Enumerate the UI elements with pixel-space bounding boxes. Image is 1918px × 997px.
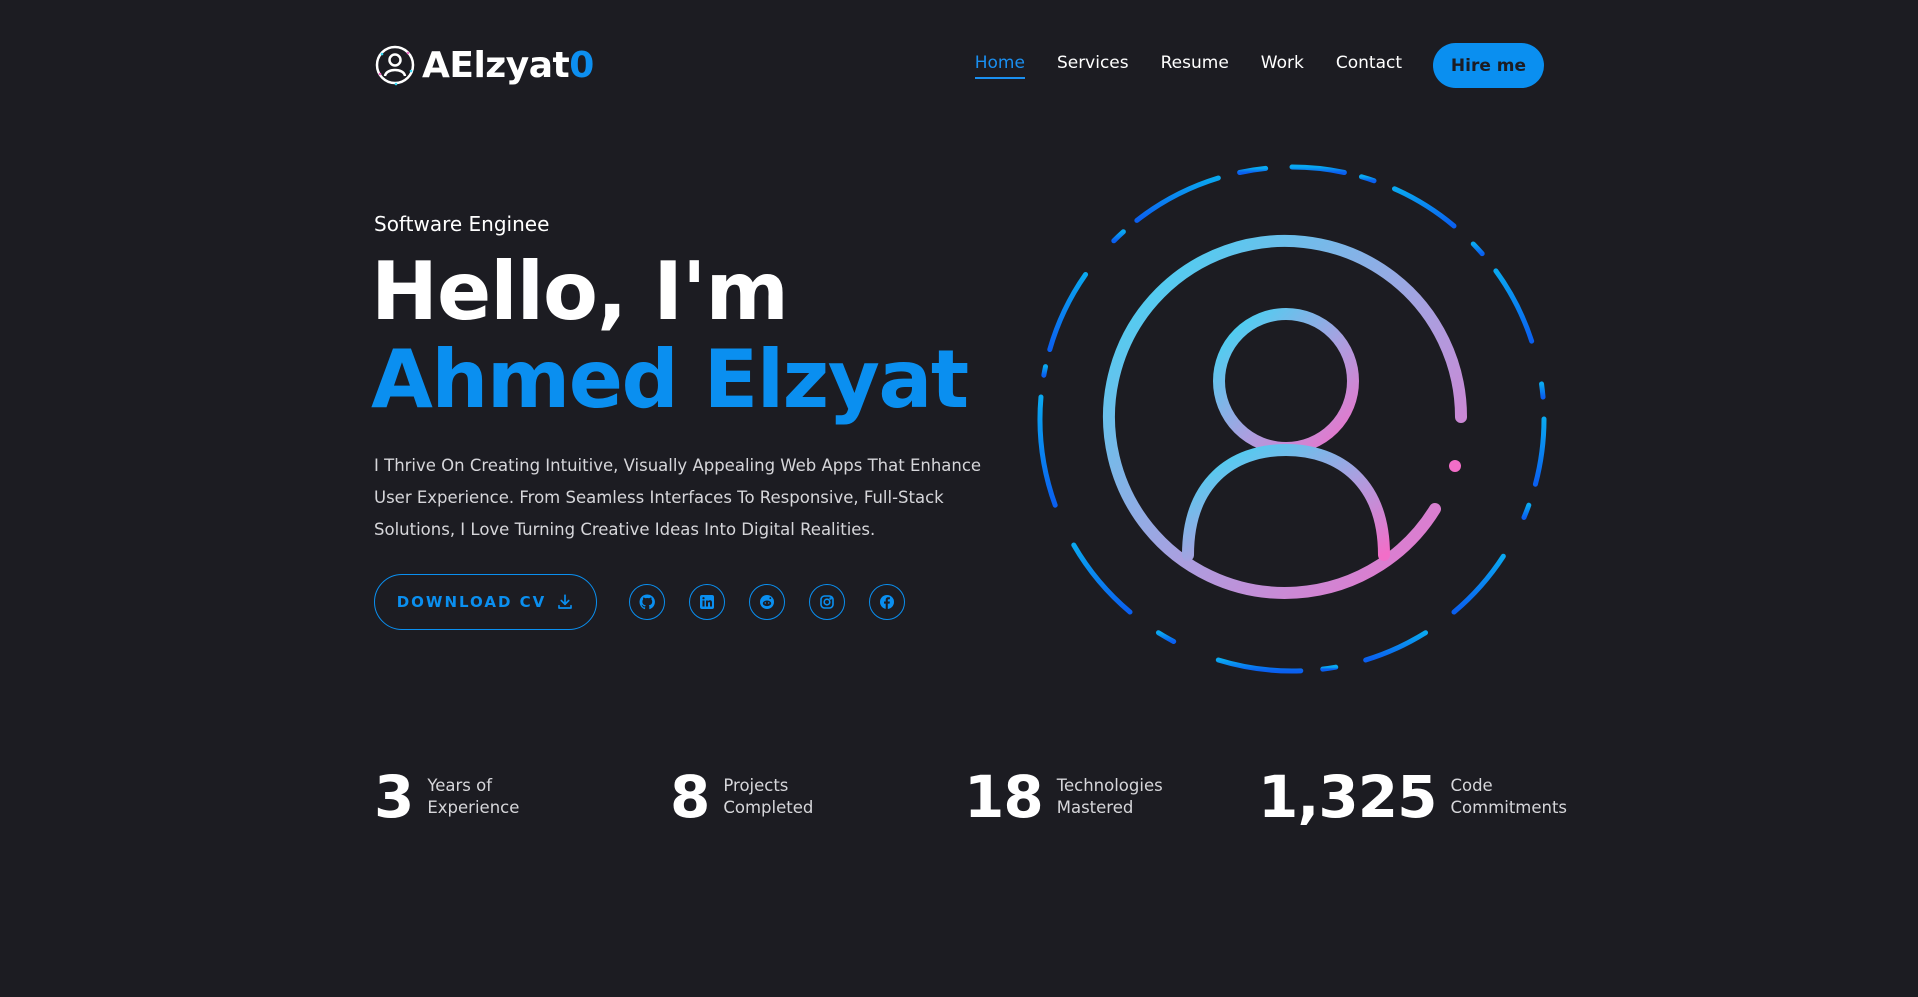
dash-ring-segment [1134, 175, 1221, 223]
dash-ring-segment [1037, 394, 1058, 508]
stat-label: Technologies Mastered [1056, 776, 1163, 817]
dash-ring-segment [1289, 164, 1347, 176]
social-links [629, 584, 905, 620]
github-link[interactable] [629, 584, 665, 620]
dash-ring-segment [1320, 664, 1339, 672]
dash-ring-segment [1539, 381, 1546, 400]
dash-ring-segment [1215, 657, 1304, 674]
stat-value: 3 [374, 763, 414, 831]
dash-ring-segment [1532, 416, 1547, 487]
stat-label: Years of Experience [427, 776, 520, 817]
dash-ring-segment [1451, 553, 1506, 615]
stat-label: Projects Completed [723, 776, 814, 817]
greeting-heading: Hello, I'm [371, 245, 789, 338]
stat-value: 8 [670, 763, 710, 831]
site-header: AElzyat0 Home Services Resume Work Conta… [374, 40, 1544, 90]
brand-name: AElzyat0 [422, 44, 594, 86]
dash-ring-segment [1358, 174, 1377, 184]
facebook-icon [880, 595, 894, 609]
stat-projects: 8 Projects Completed [670, 762, 843, 832]
linkedin-icon [700, 595, 714, 609]
stat-commitments: 1,325 Code Commitments [1258, 762, 1570, 832]
user-circle-logo-icon [374, 44, 416, 86]
dash-ring-segment [1363, 630, 1429, 663]
reddit-icon [760, 595, 774, 609]
linkedin-link[interactable] [689, 584, 725, 620]
stat-label: Code Commitments [1450, 776, 1568, 817]
download-cv-button[interactable]: DOWNLOAD CV [374, 574, 597, 630]
stats-row: 3 Years of Experience 8 Projects Completed… [374, 762, 1567, 832]
hero-intro: Software Enginee Hello, I'm Ahmed Elzyat… [371, 212, 1024, 546]
instagram-link[interactable] [809, 584, 845, 620]
dash-ring-segment [1155, 630, 1177, 645]
dash-ring-segment [1041, 364, 1049, 378]
dash-ring-segment [1493, 268, 1535, 344]
nav-item-services[interactable]: Services [1057, 53, 1129, 79]
hire-me-button[interactable]: Hire me [1433, 43, 1544, 88]
user-avatar-icon [1037, 164, 1547, 674]
person-name: Ahmed Elzyat [371, 333, 969, 426]
bio-text: I Thrive On Creating Intuitive, Visually… [374, 456, 982, 539]
dash-ring-segment [1047, 271, 1089, 353]
hero-actions: DOWNLOAD CV [374, 574, 905, 630]
nav-item-resume[interactable]: Resume [1161, 53, 1229, 79]
github-icon [639, 594, 655, 610]
nav-item-work[interactable]: Work [1261, 53, 1304, 79]
stat-experience: 3 Years of Experience [374, 762, 547, 832]
dash-ring-segment [1071, 542, 1133, 615]
portfolio-page: AElzyat0 Home Services Resume Work Conta… [0, 0, 1918, 997]
stat-technologies: 18 Technologies Mastered [964, 762, 1177, 832]
stat-value: 1,325 [1258, 763, 1437, 831]
dash-ring-segment [1237, 165, 1269, 176]
dash-ring-segment [1521, 502, 1532, 520]
dash-ring-segment [1111, 229, 1126, 244]
download-icon [558, 594, 573, 609]
avatar-illustration [1036, 163, 1548, 675]
download-cv-label: DOWNLOAD CV [396, 593, 547, 611]
nav-item-home[interactable]: Home [974, 53, 1026, 79]
dash-ring-segment [1391, 186, 1457, 229]
stat-value: 18 [964, 763, 1044, 831]
reddit-link[interactable] [749, 584, 785, 620]
dash-ring-segment [1470, 241, 1485, 257]
main-nav: Home Services Resume Work Contact Hire m… [943, 43, 1544, 88]
role-title: Software Enginee [374, 212, 550, 236]
nav-item-contact[interactable]: Contact [1336, 53, 1402, 79]
brand-logo[interactable]: AElzyat0 [374, 44, 594, 86]
instagram-icon [820, 595, 834, 609]
facebook-link[interactable] [869, 584, 905, 620]
